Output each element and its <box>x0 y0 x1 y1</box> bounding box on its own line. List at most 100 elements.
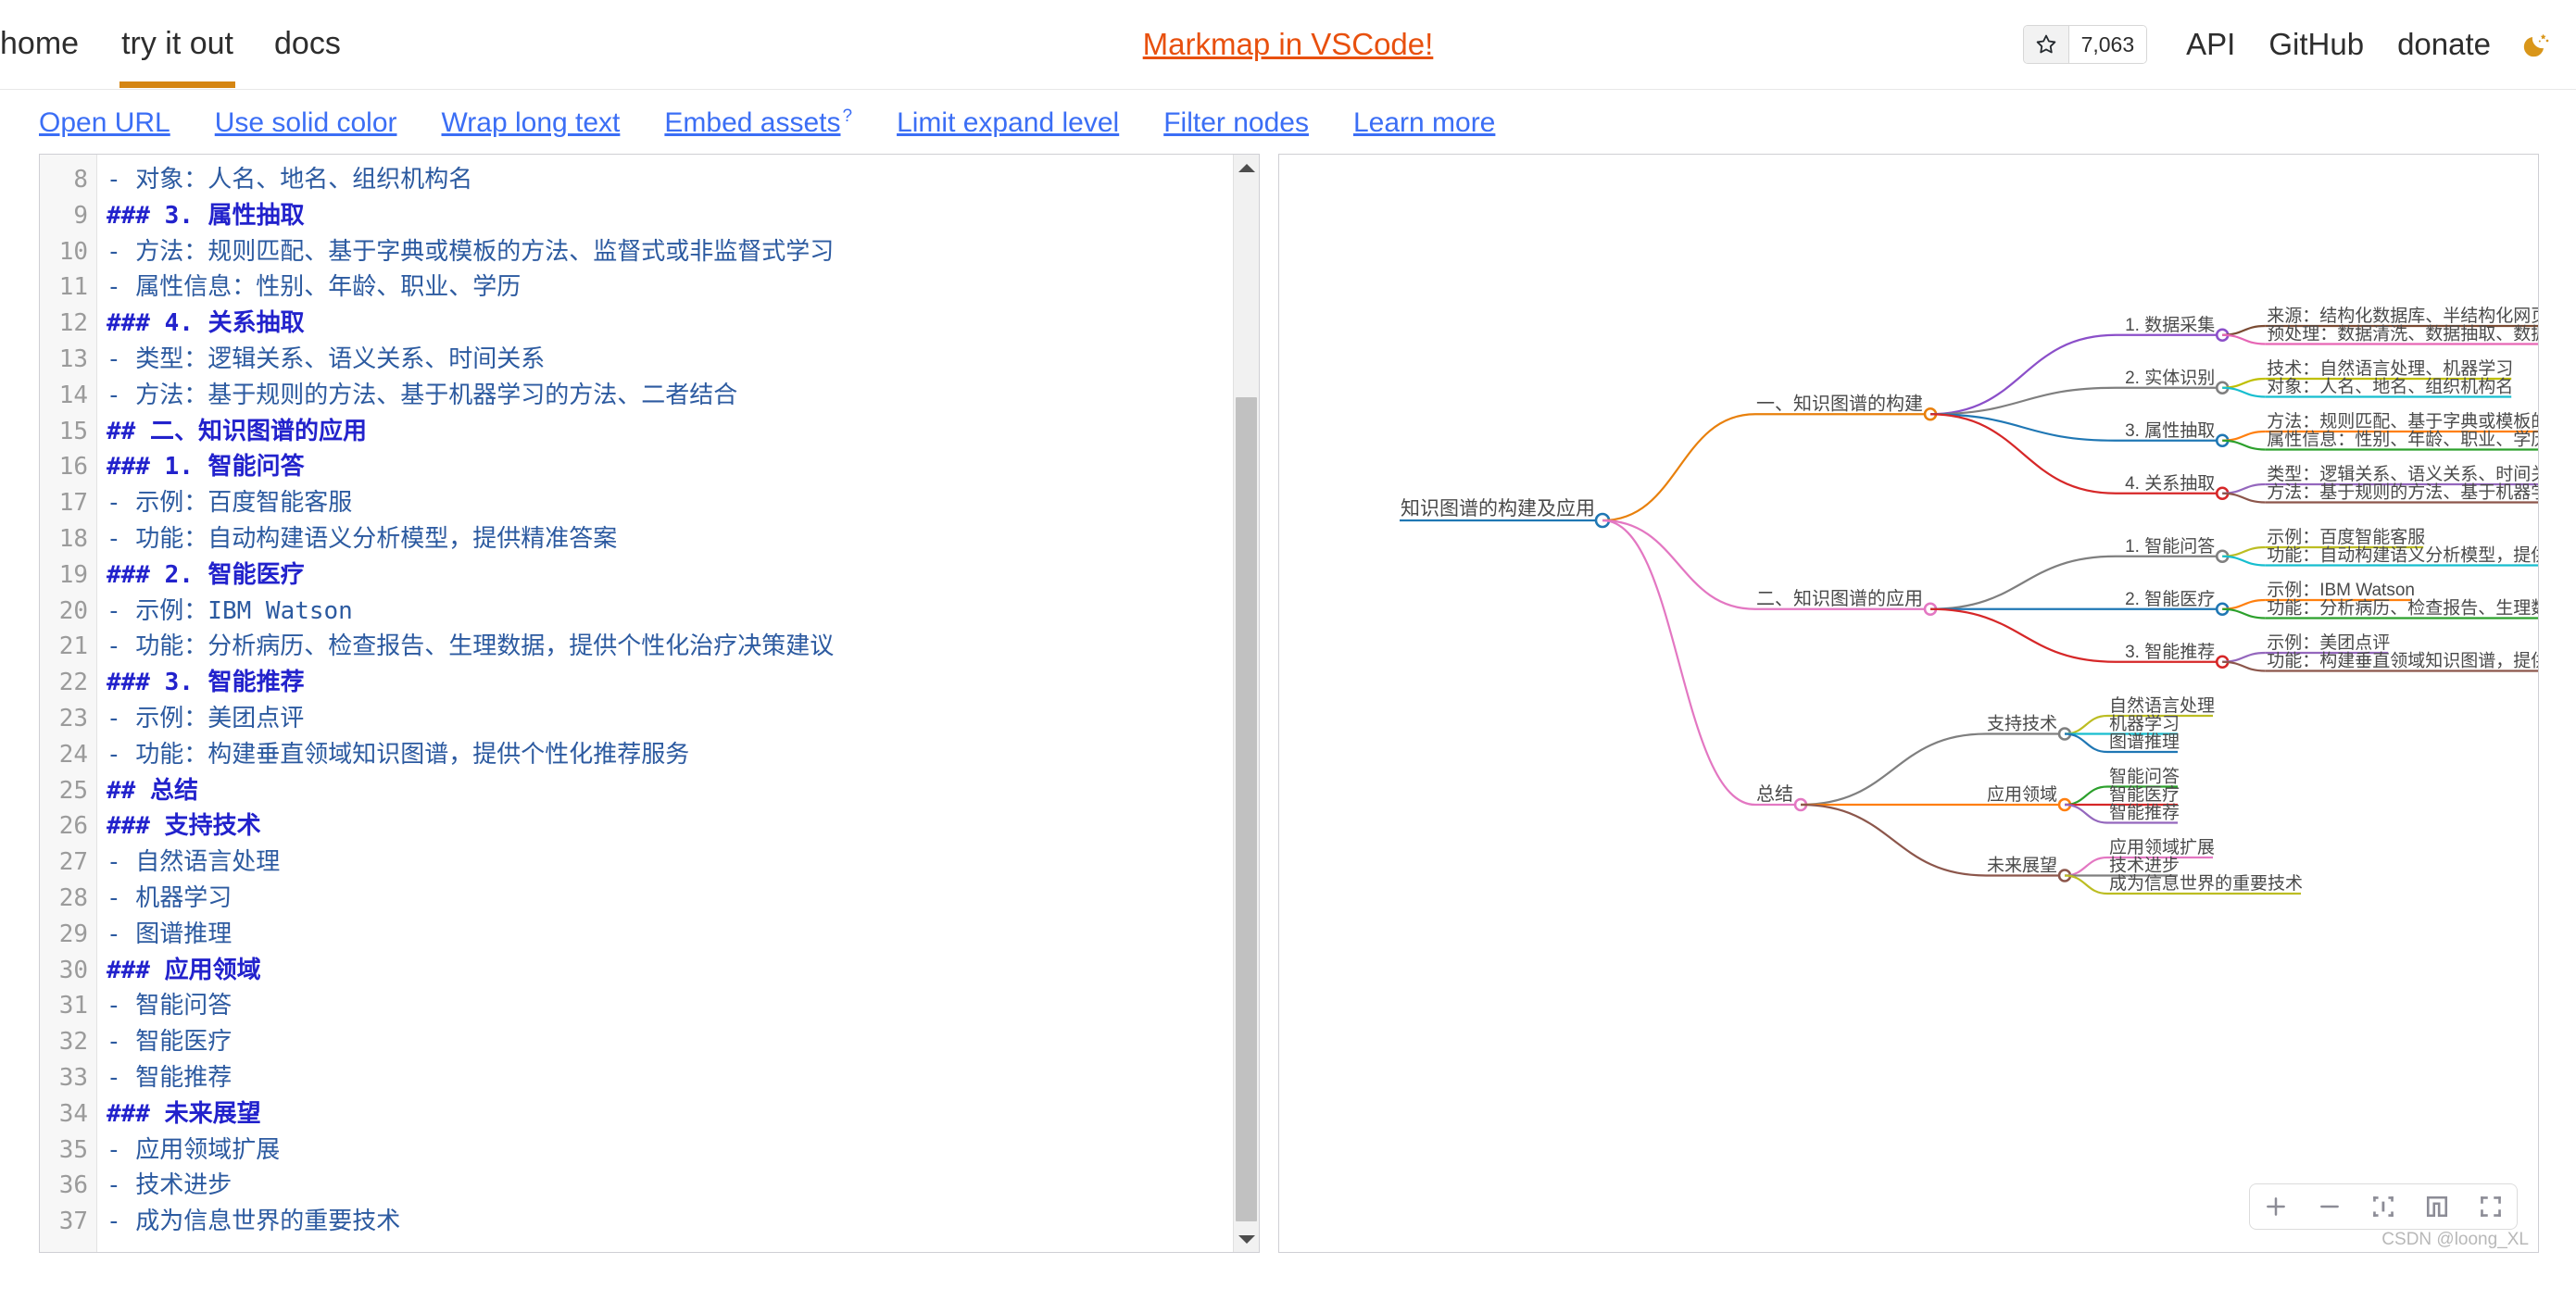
zoom-in-icon[interactable] <box>2259 1190 2293 1223</box>
mindmap-leaf-label[interactable]: 来源：结构化数据库、半结构化网页、非结构化文本 <box>2267 306 2538 326</box>
mindmap-leaf-label[interactable]: 功能：构建垂直领域知识图谱，提供个性化推荐服务 <box>2267 651 2538 671</box>
scroll-up-arrow-icon[interactable] <box>1234 155 1259 181</box>
code-line[interactable]: - 属性信息：性别、年龄、职业、学历 <box>107 269 1259 306</box>
code-line-heading[interactable]: ### 1. 智能问答 <box>107 449 1259 485</box>
editor-vertical-scrollbar[interactable] <box>1233 155 1259 1252</box>
mindmap-leaf-label[interactable]: 智能推荐 <box>2109 803 2180 823</box>
code-line-heading[interactable]: ### 4. 关系抽取 <box>107 306 1259 342</box>
editor-code-area[interactable]: - 对象：人名、地名、组织机构名### 3. 属性抽取- 方法：规则匹配、基于字… <box>97 155 1259 1252</box>
option-link-learn-more[interactable]: Learn more <box>1353 107 1495 139</box>
code-line-heading[interactable]: ### 2. 智能医疗 <box>107 557 1259 594</box>
mindmap-node-label[interactable]: 1. 智能问答 <box>2125 536 2215 557</box>
pane-divider[interactable] <box>1260 154 1278 1253</box>
github-star-widget[interactable]: 7,063 <box>2023 25 2148 64</box>
help-superscript-icon[interactable]: ? <box>842 106 852 127</box>
mindmap-leaf-label[interactable]: 成为信息世界的重要技术 <box>2109 873 2303 894</box>
code-line[interactable]: - 方法：规则匹配、基于字典或模板的方法、监督式或非监督式学习 <box>107 234 1259 270</box>
code-line[interactable]: - 图谱推理 <box>107 917 1259 953</box>
code-line[interactable]: - 类型：逻辑关系、语义关系、时间关系 <box>107 342 1259 378</box>
markdown-editor-pane[interactable]: 8910111213141516171819202122232425262728… <box>39 154 1260 1253</box>
nav-item-try-it-out[interactable]: try it out <box>101 0 254 90</box>
mindmap-leaf-label[interactable]: 技术进步 <box>2109 856 2180 876</box>
code-line-heading[interactable]: ### 应用领域 <box>107 953 1259 989</box>
scroll-down-arrow-icon[interactable] <box>1234 1226 1259 1252</box>
code-line[interactable]: - 机器学习 <box>107 881 1259 917</box>
code-line[interactable]: - 智能医疗 <box>107 1024 1259 1060</box>
option-link-open-url[interactable]: Open URL <box>39 107 170 139</box>
mindmap-node-label[interactable]: 未来展望 <box>1987 856 2057 876</box>
mindmap-svg[interactable]: 知识图谱的构建及应用 一、知识图谱的构建 1. 数据采集 来源：结构化数据库、半结构化… <box>1279 155 2538 1252</box>
code-line-heading[interactable]: ## 二、知识图谱的应用 <box>107 414 1259 450</box>
mindmap-node-label[interactable]: 总结 <box>1756 783 1793 805</box>
fullscreen-icon[interactable] <box>2474 1190 2507 1223</box>
code-line[interactable]: - 示例：美团点评 <box>107 701 1259 737</box>
mindmap-node-label[interactable]: 2. 智能医疗 <box>2125 589 2215 609</box>
mindmap-leaf-label[interactable]: 方法：规则匹配、基于字典或模板的方法、监督式或非监督式学习 <box>2267 411 2538 432</box>
option-link-limit-expand-level[interactable]: Limit expand level <box>897 107 1119 139</box>
code-line[interactable]: - 示例：IBM Watson <box>107 594 1259 630</box>
code-line[interactable]: - 对象：人名、地名、组织机构名 <box>107 162 1259 198</box>
mindmap-leaf-label[interactable]: 方法：基于规则的方法、基于机器学习的方法、二者结合 <box>2267 482 2538 503</box>
zoom-out-icon[interactable] <box>2313 1190 2346 1223</box>
mindmap-leaf-label[interactable]: 技术：自然语言处理、机器学习 <box>2267 358 2513 379</box>
nav-item-home[interactable]: home <box>0 0 101 90</box>
code-line[interactable]: - 功能：构建垂直领域知识图谱，提供个性化推荐服务 <box>107 737 1259 773</box>
nav-link-donate[interactable]: donate <box>2381 27 2507 62</box>
mindmap-node-label[interactable]: 3. 智能推荐 <box>2125 642 2215 662</box>
mindmap-leaf-label[interactable]: 机器学习 <box>2109 714 2180 734</box>
option-link-use-solid-color[interactable]: Use solid color <box>215 107 397 139</box>
option-link-filter-nodes[interactable]: Filter nodes <box>1163 107 1309 139</box>
mindmap-leaf-label[interactable]: 自然语言处理 <box>2109 695 2215 716</box>
mindmap-leaf-label[interactable]: 对象：人名、地名、组织机构名 <box>2267 377 2513 397</box>
code-line-heading[interactable]: ### 未来展望 <box>107 1096 1259 1133</box>
code-line[interactable]: - 自然语言处理 <box>107 845 1259 881</box>
mindmap-node-label[interactable]: 4. 关系抽取 <box>2125 473 2215 494</box>
mindmap-leaf-label[interactable]: 智能医疗 <box>2109 784 2180 805</box>
mindmap-node-label[interactable]: 1. 数据采集 <box>2125 315 2215 335</box>
mindmap-leaf-label[interactable]: 图谱推理 <box>2109 732 2180 752</box>
nav-item-docs[interactable]: docs <box>254 0 361 90</box>
moon-icon[interactable] <box>2520 29 2552 60</box>
mindmap-node-label[interactable]: 支持技术 <box>1987 714 2057 734</box>
mindmap-leaf-label[interactable]: 示例：美团点评 <box>2267 632 2390 653</box>
mindmap-node-label[interactable]: 二、知识图谱的应用 <box>1756 588 1923 609</box>
mindmap-leaf-label[interactable]: 预处理：数据清洗、数据抽取、数据融合 <box>2267 324 2538 344</box>
fit-icon[interactable] <box>2367 1190 2400 1223</box>
mindmap-root-label[interactable]: 知识图谱的构建及应用 <box>1401 498 1595 519</box>
mindmap-leaf-label[interactable]: 类型：逻辑关系、语义关系、时间关系 <box>2267 464 2538 484</box>
code-line[interactable]: - 方法：基于规则的方法、基于机器学习的方法、二者结合 <box>107 378 1259 414</box>
mindmap-node-label[interactable]: 一、知识图谱的构建 <box>1756 393 1923 414</box>
mindmap-leaf-label[interactable]: 示例：IBM Watson <box>2267 580 2415 600</box>
scrollbar-thumb[interactable] <box>1236 397 1257 1221</box>
mindmap-leaf-label[interactable]: 功能：分析病历、检查报告、生理数据，提供个性化治疗决策建议 <box>2267 598 2538 619</box>
code-line[interactable]: - 智能问答 <box>107 988 1259 1024</box>
markmap-vscode-link[interactable]: Markmap in VSCode! <box>1143 27 1434 61</box>
code-line[interactable]: - 功能：自动构建语义分析模型，提供精准答案 <box>107 521 1259 557</box>
code-line[interactable]: - 示例：百度智能客服 <box>107 485 1259 521</box>
mindmap-leaf-label[interactable]: 属性信息：性别、年龄、职业、学历 <box>2267 430 2538 450</box>
mindmap-leaf-label[interactable]: 智能问答 <box>2109 767 2180 787</box>
code-line-heading[interactable]: ### 3. 智能推荐 <box>107 665 1259 701</box>
mindmap-link <box>2222 653 2265 662</box>
mindmap-node-label[interactable]: 应用领域 <box>1987 784 2057 805</box>
mindmap-preview-pane[interactable]: 知识图谱的构建及应用 一、知识图谱的构建 1. 数据采集 来源：结构化数据库、半结构化… <box>1278 154 2539 1253</box>
markmap-logo-icon[interactable] <box>2420 1190 2454 1223</box>
option-link-embed-assets[interactable]: Embed assets? <box>664 106 852 139</box>
star-icon[interactable] <box>2024 26 2069 63</box>
code-line-heading[interactable]: ### 3. 属性抽取 <box>107 198 1259 234</box>
mindmap-node-label[interactable]: 3. 属性抽取 <box>2125 420 2215 441</box>
option-link-wrap-long-text[interactable]: Wrap long text <box>442 107 621 139</box>
code-line[interactable]: - 应用领域扩展 <box>107 1133 1259 1169</box>
code-line[interactable]: - 技术进步 <box>107 1168 1259 1204</box>
code-line-heading[interactable]: ### 支持技术 <box>107 808 1259 845</box>
code-line[interactable]: - 智能推荐 <box>107 1060 1259 1096</box>
code-line-heading[interactable]: ## 总结 <box>107 773 1259 809</box>
mindmap-node-label[interactable]: 2. 实体识别 <box>2125 368 2215 388</box>
nav-link-api[interactable]: API <box>2169 27 2252 62</box>
mindmap-leaf-label[interactable]: 应用领域扩展 <box>2109 837 2215 857</box>
code-line[interactable]: - 成为信息世界的重要技术 <box>107 1204 1259 1240</box>
nav-link-github[interactable]: GitHub <box>2252 27 2381 62</box>
mindmap-leaf-label[interactable]: 功能：自动构建语义分析模型，提供精准答案 <box>2267 545 2538 566</box>
code-line[interactable]: - 功能：分析病历、检查报告、生理数据，提供个性化治疗决策建议 <box>107 629 1259 665</box>
mindmap-leaf-label[interactable]: 示例：百度智能客服 <box>2267 527 2425 547</box>
